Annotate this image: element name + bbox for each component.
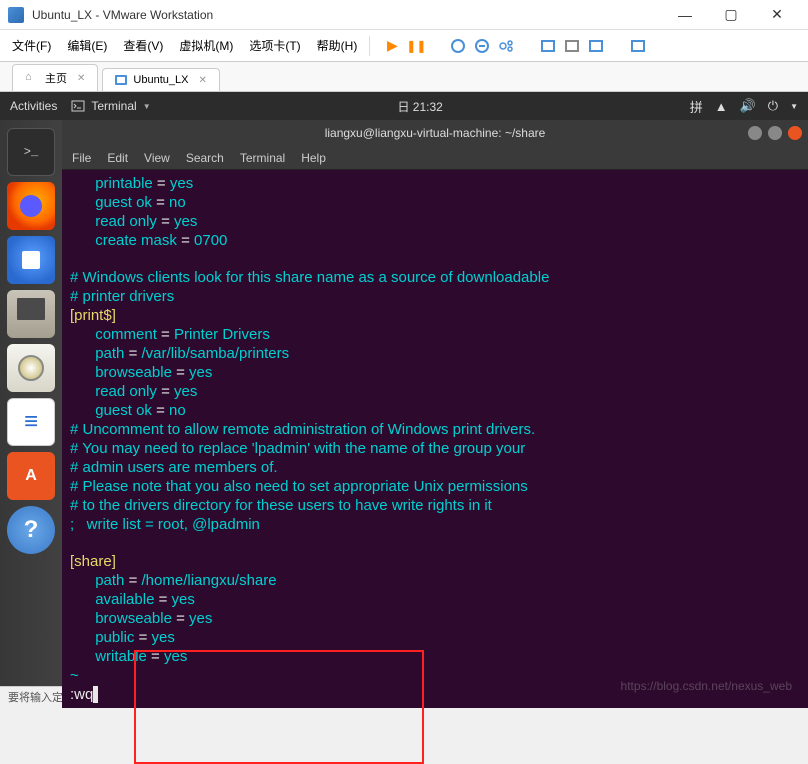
activities-button[interactable]: Activities [10, 99, 57, 113]
dock-show-apps-icon[interactable] [7, 630, 55, 678]
monitor-icon [115, 75, 127, 85]
ubuntu-topbar: Activities Terminal 日 21:32 拼 ▲ 🔊 ⏻ ▼ [0, 92, 808, 120]
menu-file[interactable]: 文件(F) [4, 33, 59, 58]
term-menu-file[interactable]: File [72, 151, 91, 165]
dock-files-icon[interactable] [7, 290, 55, 338]
vmware-toolbar: ▶ ❚❚ [382, 36, 648, 56]
menu-help[interactable]: 帮助(H) [309, 33, 366, 58]
ubuntu-desktop: liangxu@liangxu-virtual-machine: ~/share… [0, 120, 808, 686]
term-menu-edit[interactable]: Edit [107, 151, 128, 165]
term-menu-terminal[interactable]: Terminal [240, 151, 285, 165]
volume-icon: 🔊 [740, 98, 756, 114]
topbar-clock[interactable]: 日 21:32 [151, 98, 690, 115]
terminal-titlebar[interactable]: liangxu@liangxu-virtual-machine: ~/share [62, 120, 808, 146]
vmware-app-icon [8, 7, 24, 23]
power-icon: ⏻ [768, 98, 778, 114]
tab-close-icon[interactable]: ✕ [198, 75, 206, 86]
tab-home[interactable]: ⌂ 主页 ✕ [12, 64, 98, 91]
vmware-menubar: 文件(F) 编辑(E) 查看(V) 虚拟机(M) 选项卡(T) 帮助(H) ▶ … [0, 30, 808, 62]
terminal-window: liangxu@liangxu-virtual-machine: ~/share… [62, 120, 808, 686]
ubuntu-dock [0, 120, 62, 686]
terminal-menubar: File Edit View Search Terminal Help [62, 146, 808, 170]
snapshot-revert-icon[interactable] [472, 36, 492, 56]
menu-vm[interactable]: 虚拟机(M) [171, 33, 241, 58]
snapshot-manager-icon[interactable] [496, 36, 516, 56]
vmware-tabstrip: ⌂ 主页 ✕ Ubuntu_LX ✕ [0, 62, 808, 92]
menu-tabs[interactable]: 选项卡(T) [241, 33, 308, 58]
window-controls: — ▢ ✕ [662, 0, 800, 30]
maximize-button[interactable]: ▢ [708, 0, 754, 30]
snapshot-icon[interactable] [448, 36, 468, 56]
menu-edit[interactable]: 编辑(E) [59, 33, 115, 58]
dock-help-icon[interactable] [7, 506, 55, 554]
menu-view[interactable]: 查看(V) [115, 33, 171, 58]
pause-icon[interactable]: ❚❚ [406, 36, 426, 56]
dock-libreoffice-icon[interactable] [7, 398, 55, 446]
term-menu-view[interactable]: View [144, 151, 170, 165]
tab-ubuntu-label: Ubuntu_LX [133, 74, 188, 86]
dock-thunderbird-icon[interactable] [7, 236, 55, 284]
close-button[interactable]: ✕ [754, 0, 800, 30]
tab-home-label: 主页 [45, 70, 67, 86]
terminal-content[interactable]: printable = yes guest ok = no read only … [62, 170, 808, 708]
tab-close-icon[interactable]: ✕ [77, 73, 85, 84]
windows-titlebar: Ubuntu_LX - VMware Workstation — ▢ ✕ [0, 0, 808, 30]
network-icon: ▲ [715, 99, 728, 114]
window-title: Ubuntu_LX - VMware Workstation [32, 8, 662, 22]
library-icon[interactable] [628, 36, 648, 56]
terminal-title-text: liangxu@liangxu-virtual-machine: ~/share [325, 126, 546, 140]
minimize-button[interactable]: — [662, 0, 708, 30]
input-method-icon: 拼 [690, 97, 703, 116]
term-menu-search[interactable]: Search [186, 151, 224, 165]
terminal-close-icon[interactable] [788, 126, 802, 140]
terminal-maximize-icon[interactable] [768, 126, 782, 140]
term-menu-help[interactable]: Help [301, 151, 326, 165]
caret-down-icon: ▼ [790, 102, 798, 111]
dock-terminal-icon[interactable] [7, 128, 55, 176]
terminal-icon [71, 99, 85, 113]
dock-rhythmbox-icon[interactable] [7, 344, 55, 392]
dock-firefox-icon[interactable] [7, 182, 55, 230]
dock-software-icon[interactable] [7, 452, 55, 500]
topbar-status-area[interactable]: 拼 ▲ 🔊 ⏻ ▼ [690, 97, 798, 116]
fullscreen-icon[interactable] [538, 36, 558, 56]
unity-icon[interactable] [562, 36, 582, 56]
topbar-app-menu[interactable]: Terminal [71, 99, 150, 113]
power-play-icon[interactable]: ▶ [382, 36, 402, 56]
console-icon[interactable] [586, 36, 606, 56]
terminal-minimize-icon[interactable] [748, 126, 762, 140]
tab-ubuntu[interactable]: Ubuntu_LX ✕ [102, 68, 219, 91]
home-icon: ⌂ [25, 71, 39, 85]
